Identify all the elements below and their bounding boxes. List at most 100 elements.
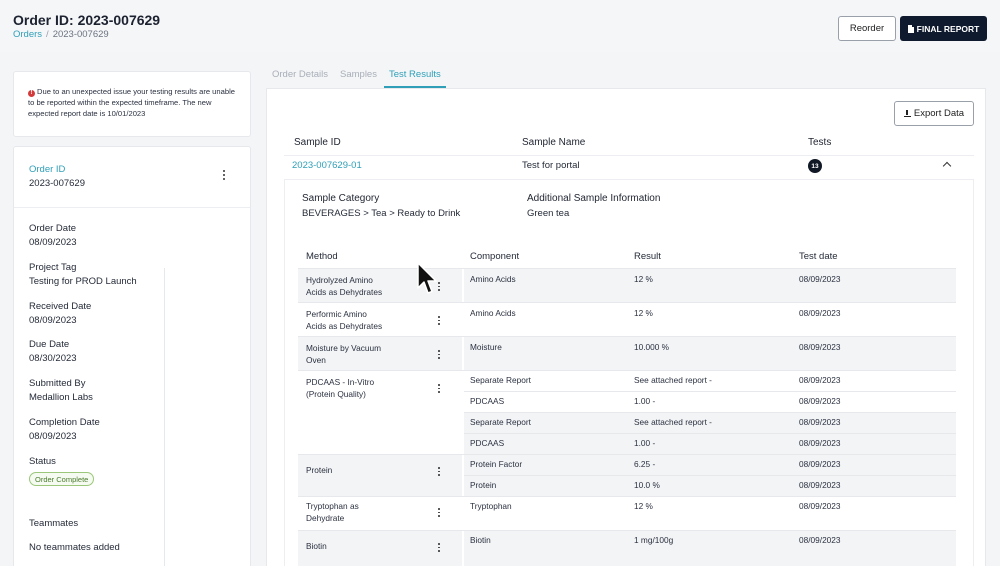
breadcrumb-orders-link[interactable]: Orders xyxy=(13,29,42,40)
method-name: Tryptophan as Dehydrate xyxy=(306,501,359,524)
project-tag-label: Project Tag xyxy=(29,262,77,273)
final-report-label: FINAL REPORT xyxy=(916,23,980,34)
method-cell: Performic Amino Acids as Dehydrates xyxy=(298,302,462,336)
row-date: 08/09/2023 xyxy=(799,375,841,385)
kebab-icon[interactable] xyxy=(436,350,442,360)
table-row: Separate Report See attached report - 08… xyxy=(464,370,956,391)
divider xyxy=(284,155,974,156)
divider xyxy=(14,207,250,208)
order-date-label: Order Date xyxy=(29,223,76,234)
kebab-icon[interactable] xyxy=(436,543,442,553)
divider xyxy=(298,530,956,531)
row-date: 08/09/2023 xyxy=(799,535,841,545)
alert-icon: ! xyxy=(28,90,35,97)
table-row: Tryptophan 12 % 08/09/2023 xyxy=(464,496,956,530)
row-result: 10.000 % xyxy=(634,342,670,352)
kebab-icon[interactable] xyxy=(436,316,442,326)
row-result: 1 mg/100g xyxy=(634,535,674,545)
method-name: PDCAAS - In-Vitro (Protein Quality) xyxy=(306,377,375,400)
row-result: See attached report - xyxy=(634,417,712,427)
col-result: Result xyxy=(634,251,661,262)
method-name: Protein xyxy=(306,465,333,475)
method-cell: PDCAAS - In-Vitro (Protein Quality) xyxy=(298,370,462,454)
order-id-label: Order ID xyxy=(29,164,66,175)
order-date-value: 08/09/2023 xyxy=(29,237,77,248)
breadcrumb-current: 2023-007629 xyxy=(52,29,109,40)
row-result: 12 % xyxy=(634,274,653,284)
col-component: Component xyxy=(470,251,520,262)
divider xyxy=(298,336,956,337)
row-result: 6.25 - xyxy=(634,459,656,469)
kebab-icon[interactable] xyxy=(436,467,442,477)
method-name: Moisture by Vacuum Oven xyxy=(306,343,382,366)
table-row: Amino Acids 12 % 08/09/2023 xyxy=(464,302,956,336)
method-name: Biotin xyxy=(306,541,327,551)
received-date-value: 08/09/2023 xyxy=(29,315,77,326)
table-row: Moisture 10.000 % 08/09/2023 xyxy=(464,336,956,370)
kebab-icon[interactable] xyxy=(436,384,442,394)
row-result: 10.0 % xyxy=(634,480,660,490)
order-kebab-icon[interactable] xyxy=(219,169,229,181)
divider xyxy=(298,496,956,497)
row-date: 08/09/2023 xyxy=(799,417,841,427)
row-date: 08/09/2023 xyxy=(799,396,841,406)
status-badge: Order Complete xyxy=(29,472,95,486)
row-component: Amino Acids xyxy=(470,308,516,318)
page-title: Order ID: 2023-007629 xyxy=(13,12,161,28)
row-date: 08/09/2023 xyxy=(799,308,841,318)
table-row: Protein 10.0 % 08/09/2023 xyxy=(464,475,956,496)
row-date: 08/09/2023 xyxy=(799,501,841,511)
due-date-label: Due Date xyxy=(29,339,70,350)
row-component: Tryptophan xyxy=(470,501,512,511)
row-result: 12 % xyxy=(634,308,653,318)
col-test-date: Test date xyxy=(799,251,838,262)
sample-category-value: BEVERAGES > Tea > Ready to Drink xyxy=(302,208,461,219)
received-date-label: Received Date xyxy=(29,301,92,312)
sample-id-link[interactable]: 2023-007629-01 xyxy=(292,160,362,171)
mouse-cursor-icon xyxy=(417,262,437,294)
row-component: Moisture xyxy=(470,342,502,352)
row-component: Biotin xyxy=(470,535,491,545)
export-data-label: Export Data xyxy=(913,108,965,119)
final-report-button[interactable]: FINAL REPORT xyxy=(900,16,987,41)
row-date: 08/09/2023 xyxy=(799,342,841,352)
tab-order-details[interactable]: Order Details xyxy=(272,69,328,80)
row-result: 12 % xyxy=(634,501,653,511)
order-tabs: Order Details Samples Test Results xyxy=(266,62,986,88)
divider xyxy=(464,433,956,434)
tab-test-results[interactable]: Test Results xyxy=(389,69,441,80)
divider xyxy=(464,412,956,413)
tab-samples[interactable]: Samples xyxy=(340,69,377,80)
breadcrumb: Orders /2023-007629 xyxy=(13,29,109,40)
row-component: PDCAAS xyxy=(470,438,505,448)
table-row: Separate Report See attached report - 08… xyxy=(464,412,956,433)
additional-info-value: Green tea xyxy=(527,208,570,219)
row-date: 08/09/2023 xyxy=(799,438,841,448)
method-name: Performic Amino Acids as Dehydrates xyxy=(306,309,383,332)
row-component: Separate Report xyxy=(470,375,531,385)
sample-name: Test for portal xyxy=(522,160,580,171)
divider xyxy=(164,268,165,566)
submitted-by-label: Submitted By xyxy=(29,378,86,389)
project-tag-value: Testing for PROD Launch xyxy=(29,276,137,287)
kebab-icon[interactable] xyxy=(436,508,442,518)
export-data-button[interactable]: Export Data xyxy=(894,101,974,126)
col-tests: Tests xyxy=(808,137,832,148)
table-row: Biotin 1 mg/100g 08/09/2023 xyxy=(464,530,956,566)
breadcrumb-separator: / xyxy=(46,29,49,40)
table-row: PDCAAS 1.00 - 08/09/2023 xyxy=(464,391,956,412)
order-id-value: 2023-007629 xyxy=(29,178,85,189)
teammates-value: No teammates added xyxy=(29,542,120,553)
row-result: See attached report - xyxy=(634,375,712,385)
row-result: 1.00 - xyxy=(634,396,656,406)
row-component: PDCAAS xyxy=(470,396,505,406)
reorder-button[interactable]: Reorder xyxy=(838,16,896,41)
method-cell: Moisture by Vacuum Oven xyxy=(298,336,462,370)
row-result: 1.00 - xyxy=(634,438,656,448)
submitted-by-value: Medallion Labs xyxy=(29,392,93,403)
row-component: Protein xyxy=(470,480,497,490)
table-row: Protein Factor 6.25 - 08/09/2023 xyxy=(464,454,956,475)
additional-info-label: Additional Sample Information xyxy=(527,193,661,204)
divider xyxy=(298,454,956,455)
row-date: 08/09/2023 xyxy=(799,480,841,490)
